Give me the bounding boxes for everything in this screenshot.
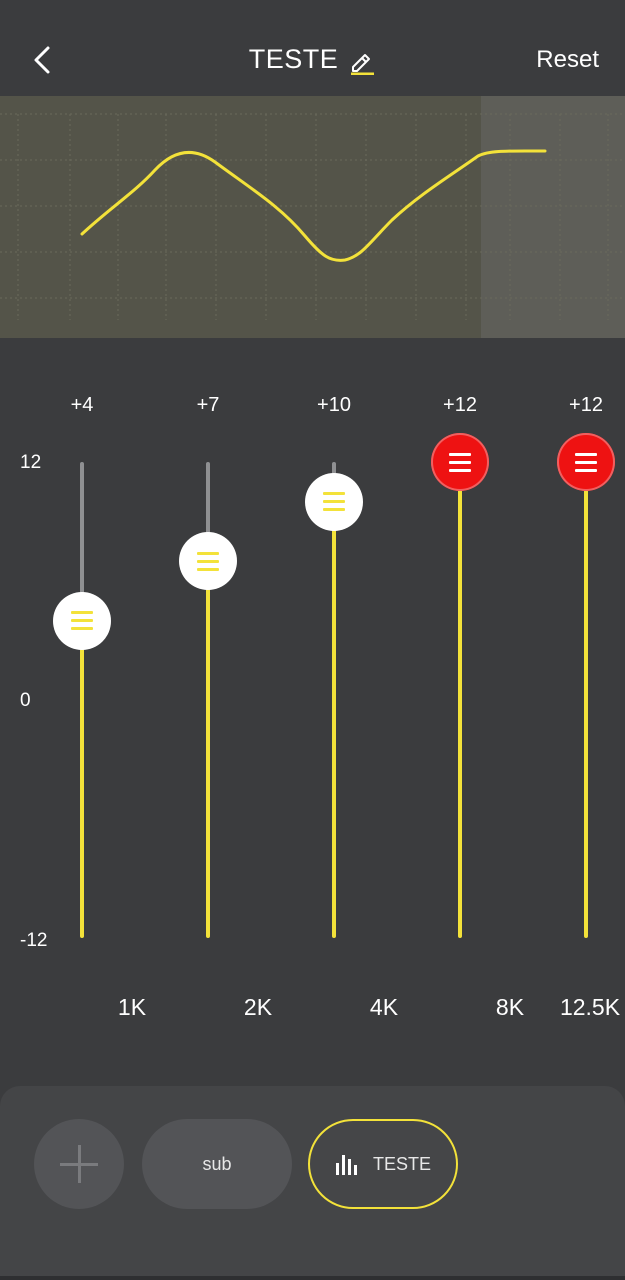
- slider-knob[interactable]: [431, 433, 489, 491]
- band-frequency-label: 1K: [117, 994, 147, 1020]
- add-preset-button[interactable]: [34, 1119, 124, 1209]
- preset-chip-sub[interactable]: sub: [142, 1119, 292, 1209]
- band-gain-value: +10: [317, 394, 351, 416]
- scale-max-label: 12: [20, 452, 42, 473]
- band-frequency-label: 2K: [243, 994, 273, 1020]
- scale-min-label: -12: [20, 930, 48, 951]
- preset-chip-teste[interactable]: TESTE: [308, 1119, 458, 1209]
- preset-chip-label: sub: [202, 1153, 232, 1174]
- band-frequency-label: 4K: [369, 994, 399, 1020]
- slider-knob[interactable]: [305, 472, 363, 531]
- preset-title[interactable]: TESTE: [0, 44, 625, 75]
- bottom-edge: [0, 1276, 625, 1280]
- top-bar: TESTE Reset: [0, 0, 625, 96]
- scale-mid-label: 0: [20, 690, 31, 711]
- eq-sliders-panel: 12 0 -12 +4 1K +7 2K +10 4K +12 8K +12 1…: [0, 338, 625, 1088]
- slider-track-lower[interactable]: [332, 501, 336, 938]
- band-gain-value: +4: [70, 394, 94, 416]
- slider-track-lower[interactable]: [584, 462, 588, 938]
- band-gain-value: +7: [196, 394, 220, 416]
- slider-knob[interactable]: [557, 433, 615, 491]
- reset-button[interactable]: Reset: [536, 46, 599, 74]
- band-frequency-label: 12.5K: [559, 994, 621, 1020]
- preset-bar: sub TESTE: [0, 1086, 625, 1276]
- preset-chip-label: TESTE: [372, 1153, 431, 1174]
- eq-curve-svg: [0, 113, 625, 320]
- slider-knob[interactable]: [53, 591, 111, 650]
- preset-title-text: TESTE: [248, 44, 339, 74]
- slider-track-lower[interactable]: [206, 561, 210, 938]
- equalizer-bars-icon: [335, 1155, 357, 1175]
- slider-track-lower[interactable]: [80, 620, 84, 938]
- band-gain-value: +12: [443, 394, 477, 416]
- eq-curve-graph: [0, 96, 625, 338]
- edit-pencil-icon[interactable]: [348, 47, 376, 75]
- band-gain-value: +12: [569, 394, 603, 416]
- slider-knob[interactable]: [179, 532, 237, 591]
- slider-track-lower[interactable]: [458, 462, 462, 938]
